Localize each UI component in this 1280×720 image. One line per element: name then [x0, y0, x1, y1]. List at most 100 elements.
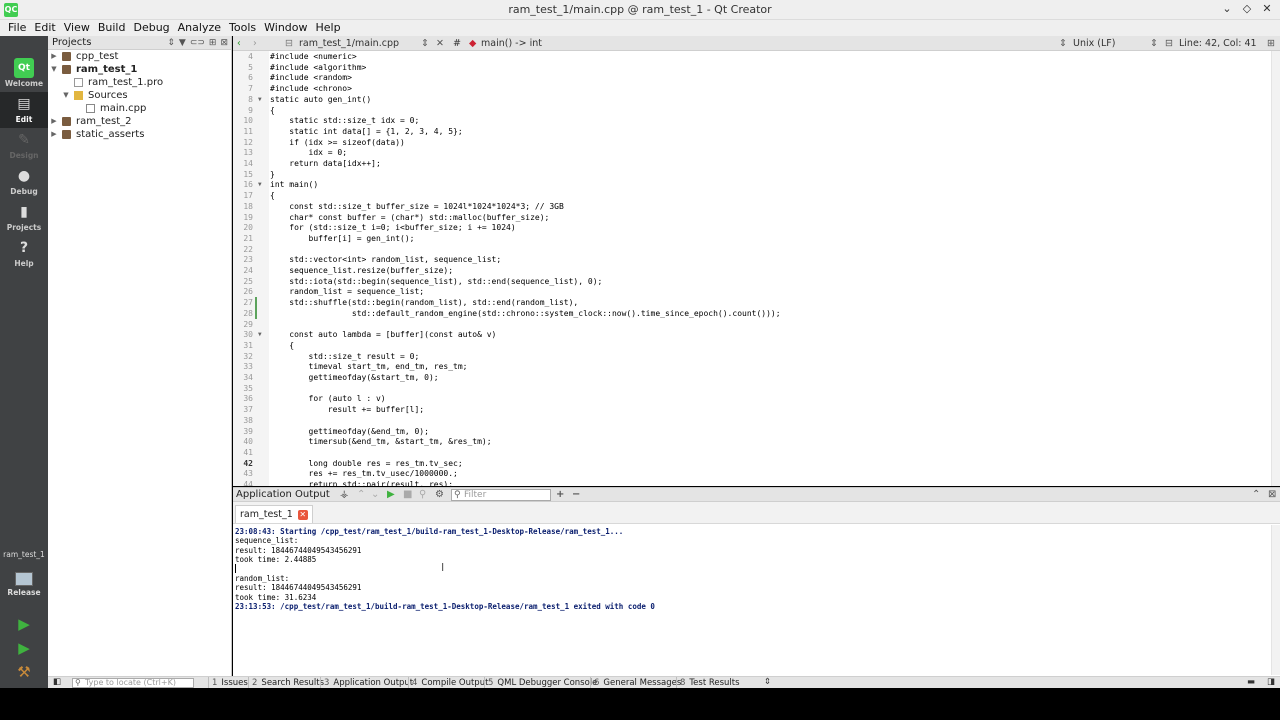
back-icon[interactable]: ‹ [237, 37, 241, 50]
filter-icon[interactable]: ▼ [179, 36, 186, 50]
close-output-pane-icon[interactable]: ⊠ [1268, 488, 1276, 502]
menu-debug[interactable]: Debug [129, 20, 173, 36]
code-line[interactable]: 38 [233, 416, 1263, 427]
maximize-pane-icon[interactable]: ⌃ [1252, 488, 1260, 502]
output-tab-ram-test-1[interactable]: ram_test_1 ✕ [235, 505, 313, 523]
line-ending-chevron-icon[interactable]: ⇕ [1150, 37, 1158, 50]
code-line[interactable]: 11 static int data[] = {1, 2, 3, 4, 5}; [233, 127, 1263, 138]
close-tab-icon[interactable]: ✕ [297, 510, 308, 520]
progress-toggle-icon[interactable]: ▬ [1247, 677, 1255, 687]
attach-icon[interactable]: ⚶ [340, 488, 349, 502]
code-line[interactable]: 6 #include <random> [233, 73, 1263, 84]
code-line[interactable]: 15} [233, 170, 1263, 181]
code-editor[interactable]: 4 #include <numeric> 5 #include <algorithm>… [233, 51, 1280, 486]
code-line[interactable]: 40 timersub(&end_tm, &start_tm, &res_tm)… [233, 437, 1263, 448]
locator-input[interactable]: ⚲ Type to locate (Ctrl+K) [72, 678, 194, 688]
mode-welcome[interactable]: Qt Welcome [0, 56, 48, 92]
view-switch-icon[interactable]: ⇕ [167, 36, 175, 50]
code-line[interactable]: 29 [233, 320, 1263, 331]
tree-item-sources[interactable]: ▼ Sources [48, 89, 231, 102]
close-document-icon[interactable]: ✕ [436, 37, 444, 50]
code-line[interactable]: 36 for (auto l : v) [233, 394, 1263, 405]
menu-window[interactable]: Window [260, 20, 311, 36]
code-line[interactable]: 21 buffer[i] = gen_int(); [233, 234, 1263, 245]
line-ending-select[interactable]: Unix (LF) [1073, 37, 1115, 50]
code-line[interactable]: 24 sequence_list.resize(buffer_size); [233, 266, 1263, 277]
mode-edit[interactable]: ▤ Edit [0, 92, 48, 128]
output-toggle-icon[interactable]: ◨ [1267, 677, 1275, 687]
forward-icon[interactable]: › [253, 37, 257, 50]
expanded-arrow-icon[interactable]: ▼ [50, 63, 58, 76]
attach-debugger-icon[interactable]: ⚲ [419, 488, 426, 502]
collapsed-arrow-icon[interactable]: ▶ [50, 115, 58, 128]
open-document-select[interactable]: ram_test_1/main.cpp [299, 37, 399, 50]
settings-gear-icon[interactable]: ⚙ [435, 488, 444, 502]
code-line[interactable]: 43 res += res_tm.tv_usec/1000000.; [233, 469, 1263, 480]
code-line[interactable]: 18 const std::size_t buffer_size = 1024l… [233, 202, 1263, 213]
mode-debug[interactable]: ● Debug [0, 164, 48, 200]
link-icon[interactable]: ⊂⊃ [190, 36, 205, 50]
code-line[interactable]: 26 random_list = sequence_list; [233, 287, 1263, 298]
stop-icon[interactable]: ■ [403, 488, 412, 502]
kit-selector[interactable]: Release [0, 562, 48, 604]
maximize-icon[interactable]: ◇ [1240, 2, 1254, 16]
close-split-icon[interactable]: ⊞ [1267, 37, 1275, 50]
tree-item-static-asserts[interactable]: ▶ static_asserts [48, 128, 231, 141]
zoom-out-icon[interactable]: − [572, 488, 580, 502]
debug-run-button[interactable]: ▶ [14, 638, 34, 658]
menu-edit[interactable]: Edit [30, 20, 59, 36]
cursor-position[interactable]: Line: 42, Col: 41 [1179, 37, 1257, 50]
code-line[interactable]: 41 [233, 448, 1263, 459]
output-scrollbar[interactable] [1271, 525, 1280, 675]
expanded-arrow-icon[interactable]: ▼ [62, 89, 70, 102]
fold-marker-icon[interactable]: ▼ [258, 95, 262, 106]
output-filter-input[interactable]: ⚲ Filter [451, 489, 551, 501]
code-line[interactable]: 31 { [233, 341, 1263, 352]
menu-file[interactable]: File [4, 20, 30, 36]
editor-scrollbar[interactable] [1271, 51, 1280, 486]
mode-projects[interactable]: ▮ Projects [0, 200, 48, 236]
code-line[interactable]: 35 [233, 384, 1263, 395]
minimize-icon[interactable]: ⌄ [1220, 2, 1234, 16]
previous-icon[interactable]: ⌃ [357, 488, 365, 502]
tree-item-ram-test-1-pro[interactable]: ram_test_1.pro [48, 76, 231, 89]
sidebar-toggle-icon[interactable]: ◧ [53, 677, 61, 687]
run-button[interactable]: ▶ [14, 614, 34, 634]
code-line[interactable]: 8 ▼ static auto gen_int() [233, 95, 1263, 106]
zoom-in-icon[interactable]: + [556, 488, 564, 502]
tree-item-cpp-test[interactable]: ▶ cpp_test [48, 50, 231, 63]
code-line[interactable]: 23 std::vector<int> random_list, sequenc… [233, 255, 1263, 266]
tree-item-ram-test-1[interactable]: ▼ ram_test_1 [48, 63, 231, 76]
code-line[interactable]: 32 std::size_t result = 0; [233, 352, 1263, 363]
code-line[interactable]: 13 idx = 0; [233, 148, 1263, 159]
tree-item-main-cpp[interactable]: main.cpp [48, 102, 231, 115]
mode-design[interactable]: ✎ Design [0, 128, 48, 164]
code-line[interactable]: 4 #include <numeric> [233, 52, 1263, 63]
menu-tools[interactable]: Tools [225, 20, 260, 36]
close-icon[interactable]: ✕ [1260, 2, 1274, 16]
document-chevron-icon[interactable]: ⇕ [421, 37, 429, 50]
code-line[interactable]: 44 return std::pair(result, res); [233, 480, 1263, 486]
code-line[interactable]: 34 gettimeofday(&start_tm, 0); [233, 373, 1263, 384]
code-line[interactable]: 16 ▼ int main() [233, 180, 1263, 191]
menu-build[interactable]: Build [94, 20, 130, 36]
fold-marker-icon[interactable]: ▼ [258, 180, 262, 191]
code-line[interactable]: 39 gettimeofday(&end_tm, 0); [233, 427, 1263, 438]
build-hammer-icon[interactable]: ⚒ [14, 662, 34, 682]
collapsed-arrow-icon[interactable]: ▶ [50, 128, 58, 141]
code-line[interactable]: 20 for (std::size_t i=0; i<buffer_size; … [233, 223, 1263, 234]
close-pane-icon[interactable]: ⊠ [220, 36, 228, 50]
code-line[interactable]: 30 ▼ const auto lambda = [buffer](const a… [233, 330, 1263, 341]
menu-view[interactable]: View [60, 20, 94, 36]
code-line[interactable]: 27 std::shuffle(std::begin(random_list),… [233, 298, 1263, 309]
menu-analyze[interactable]: Analyze [174, 20, 225, 36]
code-line[interactable]: 22 [233, 245, 1263, 256]
code-line[interactable]: 19 char* const buffer = (char*) std::mal… [233, 213, 1263, 224]
code-line[interactable]: 12 if (idx >= sizeof(data)) [233, 138, 1263, 149]
code-line[interactable]: 33 timeval start_tm, end_tm, res_tm; [233, 362, 1263, 373]
menu-help[interactable]: Help [312, 20, 345, 36]
code-line[interactable]: 37 result += buffer[l]; [233, 405, 1263, 416]
split-editor-icon[interactable]: ⊟ [1165, 37, 1173, 50]
code-line[interactable]: 28 std::default_random_engine(std::chron… [233, 309, 1263, 320]
code-line[interactable]: 5 #include <algorithm> [233, 63, 1263, 74]
